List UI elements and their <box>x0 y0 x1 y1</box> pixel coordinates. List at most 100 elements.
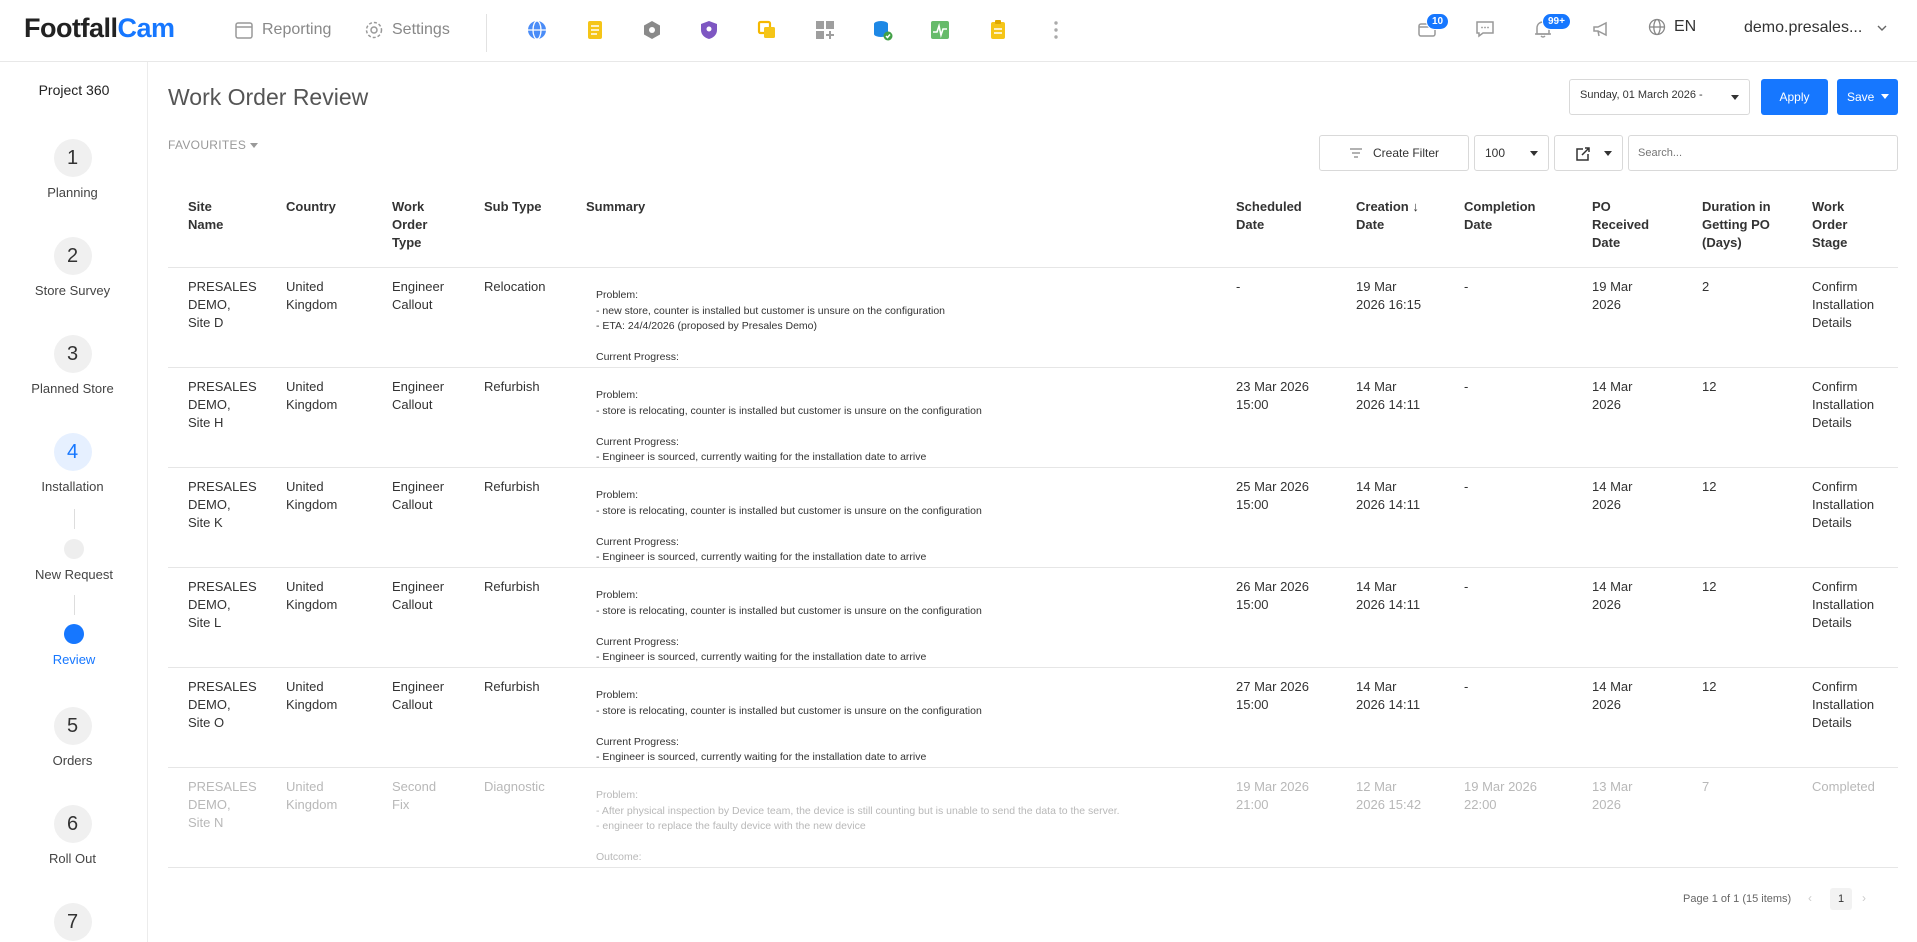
cell-po-received-date: 19 Mar 2026 <box>1592 279 1633 312</box>
cell-duration-po: 12 <box>1702 479 1717 494</box>
create-filter-button[interactable]: Create Filter <box>1319 135 1469 171</box>
col-site-name[interactable]: Site Name <box>188 198 223 234</box>
cell-po-received-date: 14 Mar 2026 <box>1592 579 1633 612</box>
export-dropdown[interactable] <box>1554 135 1623 171</box>
search-input[interactable] <box>1628 135 1898 171</box>
nav-settings[interactable]: Settings <box>364 20 450 40</box>
substep-dot <box>64 539 84 559</box>
col-po-received-date[interactable]: PO Received Date <box>1592 198 1649 252</box>
gear-icon <box>365 21 383 39</box>
more-vertical-icon[interactable] <box>1044 18 1068 42</box>
col-creation-date[interactable]: Creation ↓ Date <box>1356 198 1419 234</box>
table-row[interactable]: PRESALES DEMO, Site H United Kingdom Engin… <box>168 368 1898 468</box>
step-number: 6 <box>53 805 92 843</box>
megaphone-icon[interactable] <box>1590 18 1612 40</box>
step-number: 7 <box>53 903 92 941</box>
cell-country: United Kingdom <box>286 379 338 412</box>
step-store-survey[interactable]: 2 Store Survey <box>0 237 145 298</box>
step-planned-store[interactable]: 3 Planned Store <box>0 335 145 396</box>
pagination-prev[interactable]: ‹ <box>1808 891 1812 905</box>
step-installation[interactable]: 4 Installation <box>0 433 145 494</box>
col-completion-date[interactable]: Completion Date <box>1464 198 1536 234</box>
apps-add-icon[interactable] <box>813 18 837 42</box>
shield-user-icon[interactable] <box>697 18 721 42</box>
table-row[interactable]: PRESALES DEMO, Site O United Kingdom Engin… <box>168 668 1898 768</box>
step-label: Planned Store <box>31 381 114 396</box>
cell-scheduled-date: 27 Mar 2026 15:00 <box>1236 679 1309 712</box>
page-size-value: 100 <box>1485 146 1506 160</box>
nav-settings-label: Settings <box>392 21 450 38</box>
table-header: Site Name Country Work Order Type Sub Ty… <box>168 188 1898 268</box>
cell-summary: Problem: - After physical inspection by … <box>596 789 1120 863</box>
step-number: 2 <box>53 237 92 275</box>
user-menu[interactable]: demo.presales... <box>1744 19 1888 37</box>
step-7[interactable]: 7 <box>0 903 145 941</box>
col-sub-type[interactable]: Sub Type <box>484 198 542 216</box>
database-check-icon[interactable] <box>870 18 894 42</box>
page-size-select[interactable]: 100 <box>1474 135 1549 171</box>
col-work-order-type[interactable]: Work Order Type <box>392 198 427 252</box>
cell-country: United Kingdom <box>286 679 338 712</box>
step-number: 5 <box>53 707 92 745</box>
cell-creation-date: 19 Mar 2026 16:15 <box>1356 279 1422 312</box>
clipboard-icon[interactable] <box>986 18 1010 42</box>
cell-completion-date: 19 Mar 2026 22:00 <box>1464 779 1537 812</box>
col-scheduled-date[interactable]: Scheduled Date <box>1236 198 1302 234</box>
step-planning[interactable]: 1 Planning <box>0 139 145 200</box>
substep-new-request[interactable]: New Request <box>0 539 148 582</box>
cell-sub-type: Refurbish <box>484 479 540 494</box>
globe-icon[interactable] <box>525 18 549 42</box>
cell-scheduled-date: 25 Mar 2026 15:00 <box>1236 479 1309 512</box>
language-label: EN <box>1674 18 1697 35</box>
cell-summary: Problem: - new store, counter is install… <box>596 289 946 363</box>
sidebar: Project 360 1 Planning 2 Store Survey 3 … <box>0 62 148 942</box>
language-selector[interactable]: EN <box>1648 18 1696 36</box>
substep-label: New Request <box>34 567 114 582</box>
date-range-picker[interactable]: Sunday, 01 March 2026 - <box>1569 79 1750 115</box>
table-row[interactable]: PRESALES DEMO, Site K United Kingdom Engin… <box>168 468 1898 568</box>
table-row[interactable]: PRESALES DEMO, Site L United Kingdom Engin… <box>168 568 1898 668</box>
pagination-next[interactable]: › <box>1862 891 1866 905</box>
cell-work-order-stage: Completed <box>1812 779 1875 794</box>
cell-duration-po: 2 <box>1702 279 1710 294</box>
save-label: Save <box>1847 90 1875 104</box>
table-body: PRESALES DEMO, Site D United Kingdom Engin… <box>168 268 1898 868</box>
user-name: demo.presales... <box>1744 19 1863 36</box>
cell-completion-date: - <box>1464 579 1469 594</box>
apply-button[interactable]: Apply <box>1761 79 1828 115</box>
col-country[interactable]: Country <box>286 198 336 216</box>
cell-work-order-stage: Confirm Installation Details <box>1812 579 1875 630</box>
date-range-value: Sunday, 01 March 2026 - <box>1580 89 1703 101</box>
cell-creation-date: 14 Mar 2026 14:11 <box>1356 479 1421 512</box>
chat-icon[interactable] <box>1474 18 1496 40</box>
table-row[interactable]: PRESALES DEMO, Site D United Kingdom Engin… <box>168 268 1898 368</box>
cell-duration-po: 7 <box>1702 779 1710 794</box>
cell-creation-date: 14 Mar 2026 14:11 <box>1356 579 1421 612</box>
cell-scheduled-date: 23 Mar 2026 15:00 <box>1236 379 1309 412</box>
caret-down-icon <box>1530 151 1538 160</box>
cell-country: United Kingdom <box>286 279 338 312</box>
favourites-label: FAVOURITES <box>168 138 247 152</box>
notes-icon[interactable] <box>583 18 607 42</box>
hexagon-icon[interactable] <box>640 18 664 42</box>
substep-review[interactable]: Review <box>0 624 148 667</box>
step-label: Planning <box>47 185 98 200</box>
col-work-order-stage[interactable]: Work Order Stage <box>1812 198 1847 252</box>
step-orders[interactable]: 5 Orders <box>0 707 145 768</box>
nav-reporting[interactable]: Reporting <box>234 20 331 40</box>
caret-down-icon <box>1881 94 1889 103</box>
cell-completion-date: - <box>1464 479 1469 494</box>
activity-chart-icon[interactable] <box>928 18 952 42</box>
cell-work-order-type: Engineer Callout <box>392 379 445 412</box>
cell-site-name: PRESALES DEMO, Site O <box>188 679 257 730</box>
layers-icon[interactable] <box>755 18 779 42</box>
logo[interactable]: FootfallCam <box>24 13 175 44</box>
favourites-dropdown[interactable]: FAVOURITES <box>168 138 259 152</box>
table-row[interactable]: PRESALES DEMO, Site N United Kingdom Secon… <box>168 768 1898 868</box>
col-summary[interactable]: Summary <box>586 198 645 216</box>
col-duration-po[interactable]: Duration in Getting PO (Days) <box>1702 198 1771 252</box>
step-roll-out[interactable]: 6 Roll Out <box>0 805 145 866</box>
save-button[interactable]: Save <box>1837 79 1898 115</box>
cell-summary: Problem: - store is relocating, counter … <box>596 589 982 663</box>
pagination-page[interactable]: 1 <box>1830 888 1852 910</box>
